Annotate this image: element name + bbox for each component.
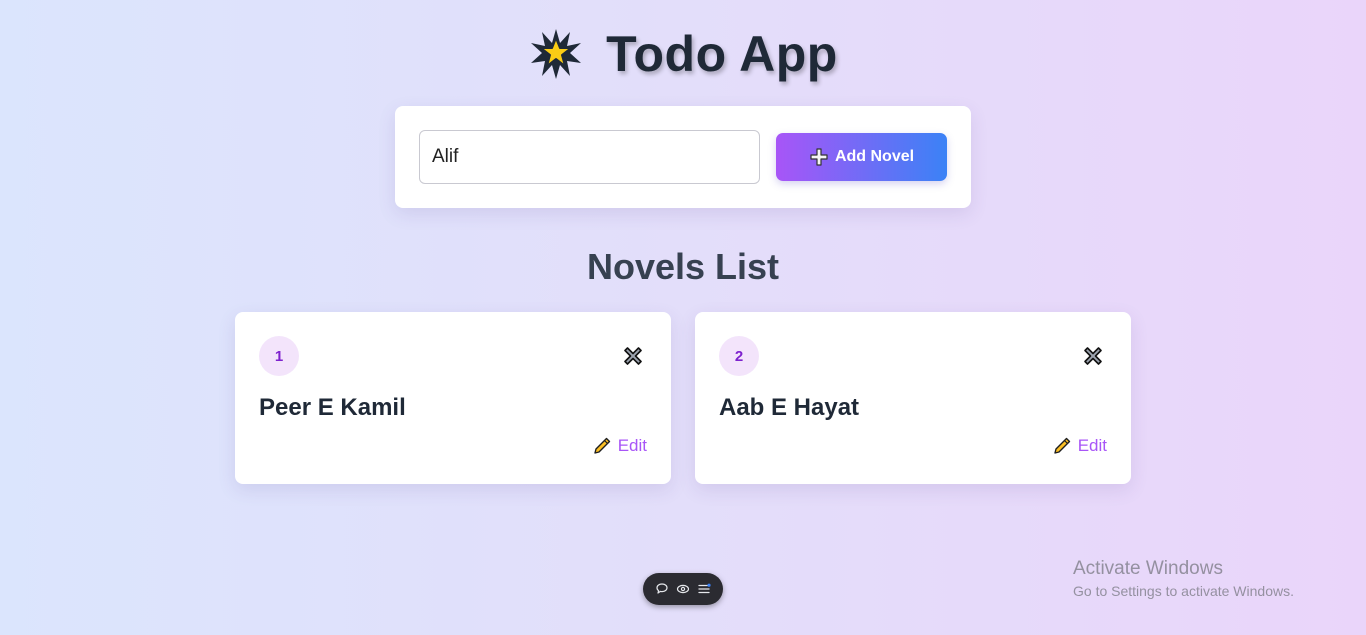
watermark-title: Activate Windows: [1073, 558, 1223, 579]
novel-number-badge: 1: [259, 336, 299, 376]
novels-list-title: Novels List: [586, 246, 780, 287]
add-novel-button-label: Add Novel: [834, 148, 915, 165]
delete-button[interactable]: [619, 342, 647, 370]
close-icon: [1084, 347, 1102, 365]
floating-toolbar: [643, 573, 723, 605]
plus-icon: [810, 148, 828, 166]
novel-number-badge: 2: [719, 336, 759, 376]
novel-card: 1 Peer E Kamil Edit: [235, 312, 671, 484]
add-novel-form: Add Novel: [395, 106, 971, 208]
delete-button[interactable]: [1079, 342, 1107, 370]
watermark-subtitle: Go to Settings to activate Windows.: [1073, 583, 1294, 599]
app-header: Todo App: [0, 22, 1366, 86]
edit-button[interactable]: Edit: [592, 436, 647, 456]
activate-windows-watermark: Activate Windows Go to Settings to activ…: [1073, 558, 1294, 601]
chat-bubble-icon[interactable]: [654, 581, 670, 597]
novel-card: 2 Aab E Hayat Edit: [695, 312, 1131, 484]
eye-icon[interactable]: [675, 581, 691, 597]
novel-input[interactable]: [419, 130, 760, 184]
novel-name: Peer E Kamil: [259, 394, 406, 421]
novel-name: Aab E Hayat: [719, 394, 860, 421]
add-novel-button[interactable]: Add Novel: [776, 133, 947, 181]
pencil-icon: [1054, 437, 1070, 454]
page-title: Todo App: [606, 26, 838, 82]
edit-label: Edit: [617, 436, 647, 455]
edit-label: Edit: [1077, 436, 1107, 455]
menu-icon[interactable]: [696, 581, 712, 597]
close-icon: [624, 347, 642, 365]
star-icon: [531, 29, 582, 79]
pencil-icon: [594, 437, 610, 454]
edit-button[interactable]: Edit: [1052, 436, 1107, 456]
